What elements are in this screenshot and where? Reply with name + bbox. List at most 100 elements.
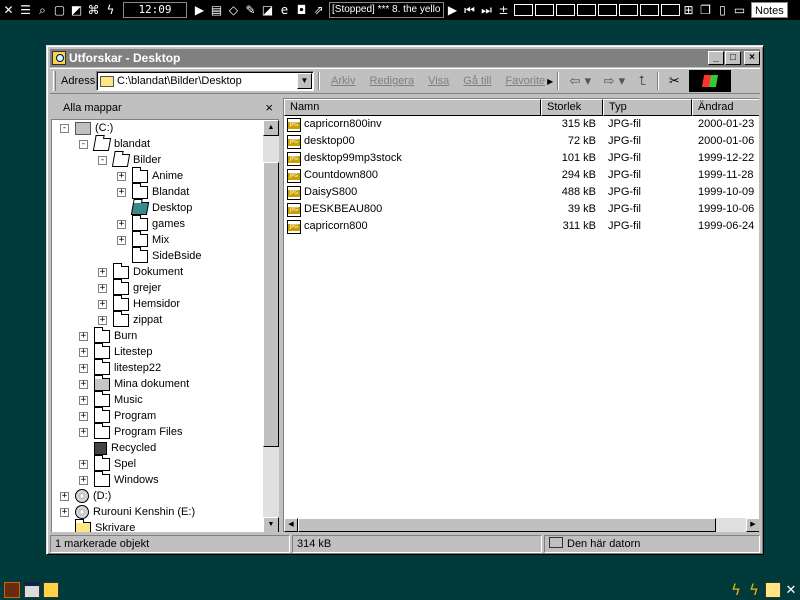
volume-control-icon[interactable]: ± — [495, 1, 512, 19]
close-icon[interactable]: ✕ — [783, 582, 799, 598]
close-icon[interactable]: × — [265, 99, 273, 117]
share-icon[interactable]: ⇗ — [310, 1, 327, 19]
tree-item[interactable]: litestep22 — [94, 358, 161, 376]
scroll-up-icon[interactable]: ▲ — [263, 120, 279, 136]
table-row[interactable]: capricorn800 311 kB JPG-fil 1999-06-24 — [284, 219, 759, 236]
window-icon[interactable]: ▢ — [51, 1, 68, 19]
expand-icon[interactable]: + — [60, 508, 69, 517]
expand-icon[interactable]: + — [79, 428, 88, 437]
collapse-icon[interactable]: - — [98, 156, 107, 165]
tree-item[interactable]: Rurouni Kenshin (E:) — [75, 504, 195, 520]
eraser-icon[interactable]: ◇ — [225, 1, 242, 19]
expand-icon[interactable]: + — [117, 236, 126, 245]
restore-icon[interactable]: ◩ — [68, 1, 85, 19]
table-row[interactable]: DaisyS800 488 kB JPG-fil 1999-10-09 — [284, 185, 759, 202]
column-header-size[interactable]: Storlek — [541, 99, 603, 116]
chevron-down-icon[interactable]: ▼ — [297, 73, 312, 89]
expand-icon[interactable]: + — [79, 380, 88, 389]
tree-item[interactable]: zippat — [113, 310, 162, 328]
collapse-icon[interactable]: - — [79, 140, 88, 149]
play-icon[interactable]: ▶ — [191, 1, 208, 19]
virtual-desktop-6[interactable] — [619, 4, 638, 16]
title-bar[interactable]: Utforskar - Desktop _ □ × — [50, 49, 760, 67]
window-icon[interactable] — [24, 582, 40, 598]
table-row[interactable]: desktop00 72 kB JPG-fil 2000-01-06 — [284, 134, 759, 151]
tree-item[interactable]: Program Files — [94, 422, 182, 440]
table-row[interactable]: capricorn800inv 315 kB JPG-fil 2000-01-23 — [284, 117, 759, 134]
tree-item[interactable]: Mina dokument — [94, 374, 189, 392]
tree-item[interactable]: Blandat — [132, 182, 189, 200]
scroll-down-icon[interactable]: ▼ — [263, 517, 279, 532]
maximize-button[interactable]: □ — [725, 51, 741, 65]
menu-redigera[interactable]: Redigera — [369, 75, 414, 87]
expand-icon[interactable]: + — [98, 268, 107, 277]
player-prev-icon[interactable]: ⏮ — [461, 1, 478, 19]
expand-icon[interactable]: + — [79, 396, 88, 405]
menu-ga-till[interactable]: Gå till — [463, 75, 491, 87]
address-bar[interactable]: C:\blandat\Bilder\Desktop ▼ — [96, 71, 314, 91]
folder-icon[interactable]: ▭ — [731, 1, 748, 19]
scroll-left-icon[interactable]: ◀ — [284, 518, 298, 532]
virtual-desktop-4[interactable] — [577, 4, 596, 16]
tree-item[interactable]: Hemsidor — [113, 294, 180, 312]
address-value[interactable]: C:\blandat\Bilder\Desktop — [117, 75, 297, 87]
notes-button[interactable]: Notes — [751, 2, 788, 18]
lightning-icon[interactable]: ϟ — [102, 1, 119, 19]
tree-scroll-thumb[interactable] — [263, 162, 279, 447]
up-folder-button[interactable]: ⮤ — [631, 71, 653, 91]
minimize-button[interactable]: _ — [708, 51, 724, 65]
expand-icon[interactable]: + — [79, 476, 88, 485]
forward-button[interactable]: ⇨ ▾ — [597, 71, 631, 91]
tree-item[interactable]: SideBside — [132, 246, 202, 264]
chevron-right-icon[interactable]: ▶ — [547, 77, 553, 86]
expand-icon[interactable]: + — [98, 284, 107, 293]
scroll-right-icon[interactable]: ▶ — [746, 518, 759, 532]
expand-icon[interactable]: + — [79, 364, 88, 373]
expand-icon[interactable]: + — [79, 348, 88, 357]
search-icon[interactable]: ⌕ — [34, 1, 51, 19]
tools-icon[interactable]: ⌘ — [85, 1, 102, 19]
tree-item[interactable]: Desktop — [130, 200, 192, 216]
file-list-scroll-thumb[interactable] — [298, 518, 716, 532]
column-header-type[interactable]: Typ — [603, 99, 692, 116]
expand-icon[interactable]: + — [117, 188, 126, 197]
copy-icon[interactable]: ❐ — [697, 1, 714, 19]
tree-vertical-scrollbar[interactable]: ▲ ▼ — [263, 120, 279, 532]
cut-button[interactable]: ✂ — [663, 71, 685, 91]
table-row[interactable]: DESKBEAU800 39 kB JPG-fil 1999-10-06 — [284, 202, 759, 219]
lightning-icon[interactable]: ϟ — [728, 582, 744, 598]
lightning-icon[interactable]: ϟ — [746, 582, 762, 598]
expand-icon[interactable]: + — [79, 460, 88, 469]
expand-icon[interactable]: + — [117, 220, 126, 229]
virtual-desktop-8[interactable] — [661, 4, 680, 16]
table-row[interactable]: desktop99mp3stock 101 kB JPG-fil 1999-12-22 — [284, 151, 759, 168]
tree-item[interactable]: Program — [94, 406, 156, 424]
document-icon[interactable]: ◪ — [259, 1, 276, 19]
virtual-desktop-1[interactable] — [514, 4, 533, 16]
page-icon[interactable]: ▯ — [714, 1, 731, 19]
menu-favorite[interactable]: Favorite — [505, 75, 545, 87]
tree-item[interactable]: Skrivare — [75, 518, 135, 532]
tree-item[interactable]: blandat — [92, 136, 150, 152]
virtual-desktop-3[interactable] — [556, 4, 575, 16]
close-button[interactable]: × — [744, 51, 760, 65]
virtual-desktop-5[interactable] — [598, 4, 617, 16]
player-next-icon[interactable]: ⏭ — [478, 1, 495, 19]
expand-icon[interactable]: + — [60, 492, 69, 501]
menu-visa[interactable]: Visa — [428, 75, 449, 87]
column-header-modified[interactable]: Ändrad — [692, 99, 759, 116]
tree-item[interactable]: (C:) — [75, 120, 113, 136]
expand-icon[interactable]: + — [98, 300, 107, 309]
expand-icon[interactable]: + — [79, 332, 88, 341]
folder-tree[interactable]: - (C:) - blandat - Bilder + Anime + Blandat Deskto… — [51, 119, 279, 532]
expand-icon[interactable]: + — [79, 412, 88, 421]
virtual-desktop-2[interactable] — [535, 4, 554, 16]
file-list[interactable]: Namn Storlek Typ Ändrad capricorn800inv 3… — [283, 98, 759, 532]
volume-icon[interactable] — [765, 582, 781, 598]
tree-item[interactable]: Dokument — [113, 262, 183, 280]
pen-icon[interactable]: ✎ — [242, 1, 259, 19]
back-button[interactable]: ⇦ ▾ — [563, 71, 597, 91]
virtual-desktop-7[interactable] — [640, 4, 659, 16]
column-header-name[interactable]: Namn — [284, 99, 541, 116]
ie-icon[interactable]: e — [276, 1, 293, 19]
